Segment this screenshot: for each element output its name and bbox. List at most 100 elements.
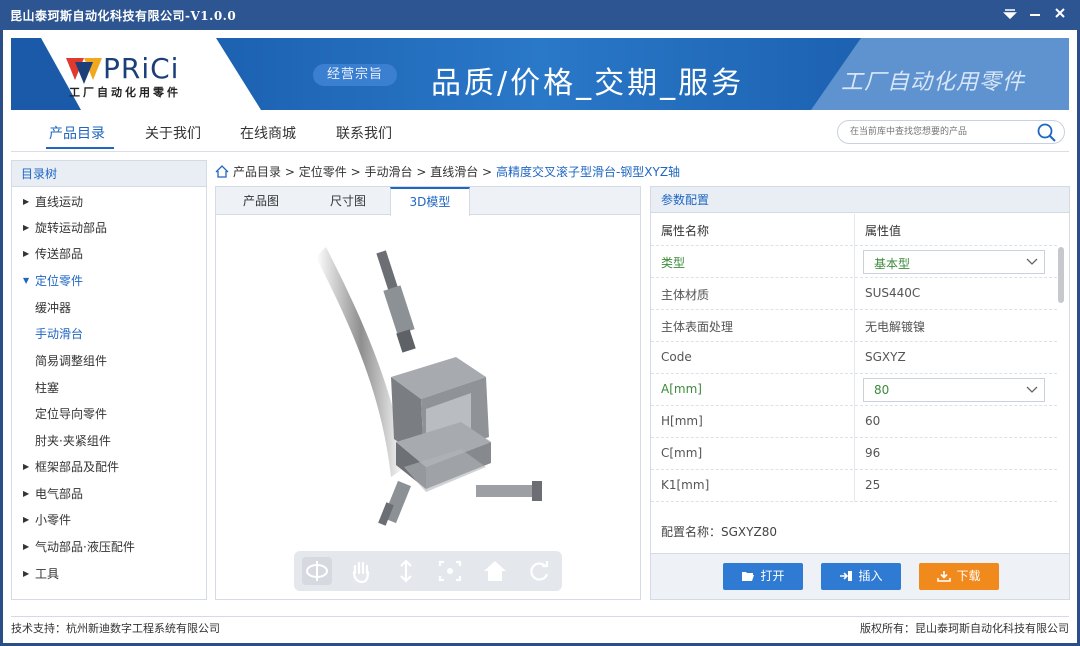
expand-arrow-icon: ▶ (23, 542, 30, 551)
nav-active-underline (46, 147, 114, 149)
tree-item-tools[interactable]: ▶ 工具 (12, 561, 206, 587)
insert-button[interactable]: 插入 (821, 563, 901, 590)
window-title: 昆山泰珂斯自动化科技有限公司-V1.0.0 (10, 9, 237, 23)
tree-item-rotary-motion[interactable]: ▶ 旋转运动部品 (12, 215, 206, 241)
search-input[interactable] (850, 124, 1030, 140)
search-box (837, 120, 1065, 144)
parameter-scrollbar[interactable] (1057, 247, 1065, 503)
search-icon[interactable] (1036, 122, 1058, 142)
expand-arrow-icon: ▶ (23, 462, 30, 471)
param-row-code: Code SGXYZ (651, 342, 1057, 374)
pan-hand-icon[interactable] (346, 557, 376, 585)
config-name-value: SGXYZ80 (721, 525, 777, 539)
tree-item-manual-stage[interactable]: 手动滑台 (12, 321, 206, 347)
parameter-panel: 参数配置 属性名称 属性值 类型 基本型 主体材质 SUS440C 主体表面处理… (650, 186, 1070, 600)
expand-arrow-icon: ▶ (23, 489, 30, 498)
table-header-row: 属性名称 属性值 (651, 214, 1057, 246)
tab-3d-model[interactable]: 3D模型 (390, 187, 470, 216)
tree-item-toggle-clamp[interactable]: 肘夹·夹紧组件 (12, 428, 206, 454)
reset-icon[interactable] (524, 557, 554, 585)
parameter-panel-title: 参数配置 (651, 187, 1069, 213)
close-icon[interactable] (1050, 5, 1070, 25)
breadcrumb-positioning[interactable]: 定位零件 (299, 165, 347, 179)
model-upper-shaft (376, 250, 416, 353)
chevron-down-icon (1026, 386, 1038, 393)
col-header-value: 属性值 (865, 224, 902, 238)
home-view-icon[interactable] (480, 557, 510, 585)
tab-dimension-drawing[interactable]: 尺寸图 (306, 187, 390, 215)
param-row-c: C[mm] 96 (651, 438, 1057, 470)
3d-model-viewport[interactable] (296, 227, 556, 527)
tree-item-positioning[interactable]: ▼ 定位零件 (12, 268, 206, 294)
tree-item-small-parts[interactable]: ▶ 小零件 (12, 507, 206, 533)
fit-view-icon[interactable] (435, 557, 465, 585)
config-name-label: 配置名称： (661, 525, 722, 539)
breadcrumb-current: 高精度交叉滚子型滑台-钢型XYZ轴 (495, 165, 681, 179)
a-select[interactable]: 80 (863, 378, 1045, 402)
banner-right-text: 工厂自动化用零件 (841, 70, 1026, 95)
tree-item-pneumatic[interactable]: ▶ 气动部品·液压配件 (12, 534, 206, 560)
footer-copyright: 版权所有：昆山泰珂斯自动化科技有限公司 (860, 622, 1069, 635)
preview-tabs: 产品图 尺寸图 3D模型 (216, 187, 640, 216)
nav-contact-us[interactable]: 联系我们 (336, 123, 392, 143)
action-bar: 打开 插入 下载 (651, 553, 1069, 599)
tree-item-plunger[interactable]: 柱塞 (12, 375, 206, 401)
app-window: 昆山泰珂斯自动化科技有限公司-V1.0.0 工厂自动化用零件 PRiCi 工厂自… (0, 0, 1080, 646)
tree-item-conveying[interactable]: ▶ 传送部品 (12, 241, 206, 267)
model-lower-shafts (378, 480, 542, 526)
tree-item-linear-motion[interactable]: ▶ 直线运动 (12, 189, 206, 215)
tab-product-image[interactable]: 产品图 (216, 187, 306, 215)
logo-subtitle: 工厂自动化用零件 (69, 86, 181, 99)
type-select[interactable]: 基本型 (863, 250, 1045, 274)
logo-mark-icon (66, 58, 102, 84)
tree-title: 目录树 (12, 161, 206, 187)
menu-dropdown-icon[interactable] (1000, 5, 1020, 25)
open-button[interactable]: 打开 (723, 563, 803, 590)
collapse-arrow-icon: ▼ (23, 276, 30, 285)
expand-arrow-icon: ▶ (23, 249, 30, 258)
col-header-name: 属性名称 (661, 224, 710, 238)
logo-text: PRiCi (103, 52, 180, 85)
breadcrumb-linear-stage[interactable]: 直线滑台 (430, 165, 478, 179)
nav-about-us[interactable]: 关于我们 (145, 123, 201, 143)
client-area: 工厂自动化用零件 PRiCi 工厂自动化用零件 经营宗旨 品质/价格_交期_服务… (3, 30, 1077, 643)
nav-online-store[interactable]: 在线商城 (240, 123, 296, 143)
3d-viewer-toolbar (294, 551, 562, 591)
tree-item-frame-parts[interactable]: ▶ 框架部品及配件 (12, 454, 206, 480)
config-name: 配置名称：SGXYZ80 (661, 523, 777, 540)
banner-slogan: 品质/价格_交期_服务 (431, 66, 745, 101)
header-banner: 工厂自动化用零件 PRiCi 工厂自动化用零件 经营宗旨 品质/价格_交期_服务 (11, 38, 1069, 110)
insert-icon (840, 571, 853, 581)
expand-arrow-icon: ▶ (23, 197, 30, 206)
download-icon (937, 571, 952, 582)
footer-tech-support: 技术支持：杭州新迪数字工程系统有限公司 (11, 622, 220, 635)
status-footer: 技术支持：杭州新迪数字工程系统有限公司 版权所有：昆山泰珂斯自动化科技有限公司 (11, 616, 1069, 640)
product-preview-panel: 产品图 尺寸图 3D模型 (215, 186, 641, 600)
home-icon[interactable] (215, 165, 229, 178)
download-button[interactable]: 下载 (919, 563, 999, 590)
expand-arrow-icon: ▶ (23, 515, 30, 524)
title-bar[interactable]: 昆山泰珂斯自动化科技有限公司-V1.0.0 (0, 0, 1080, 30)
tree-item-guide-parts[interactable]: 定位导向零件 (12, 401, 206, 427)
breadcrumb-manual-stage[interactable]: 手动滑台 (364, 165, 412, 179)
nav-product-catalog[interactable]: 产品目录 (49, 123, 105, 143)
minimize-icon[interactable] (1025, 5, 1045, 25)
expand-arrow-icon: ▶ (23, 569, 30, 578)
breadcrumb-catalog[interactable]: 产品目录 (233, 165, 281, 179)
model-main-body (391, 357, 491, 492)
rotate-icon[interactable] (302, 557, 332, 585)
scrollbar-thumb[interactable] (1058, 247, 1064, 303)
main-nav: 产品目录 关于我们 在线商城 联系我们 (11, 114, 1069, 152)
expand-arrow-icon: ▶ (23, 223, 30, 232)
tree-item-buffer[interactable]: 缓冲器 (12, 295, 206, 321)
tree-item-electrical[interactable]: ▶ 电气部品 (12, 481, 206, 507)
motto-badge: 经营宗旨 (313, 64, 397, 86)
breadcrumb: 产品目录 > 定位零件 > 手动滑台 > 直线滑台 > 高精度交叉滚子型滑台-钢… (215, 160, 680, 184)
folder-open-icon (742, 572, 755, 581)
param-row-k1: K1[mm] 25 (651, 470, 1057, 502)
tree-item-simple-adjust[interactable]: 简易调整组件 (12, 348, 206, 374)
category-tree: 目录树 ▶ 直线运动 ▶ 旋转运动部品 ▶ 传送部品 ▼ 定位零件 缓冲器 手动滑台 简… (11, 160, 207, 600)
zoom-updown-icon[interactable] (391, 557, 421, 585)
param-row-type: 类型 基本型 (651, 246, 1057, 278)
param-row-surface: 主体表面处理 无电解镀镍 (651, 310, 1057, 342)
